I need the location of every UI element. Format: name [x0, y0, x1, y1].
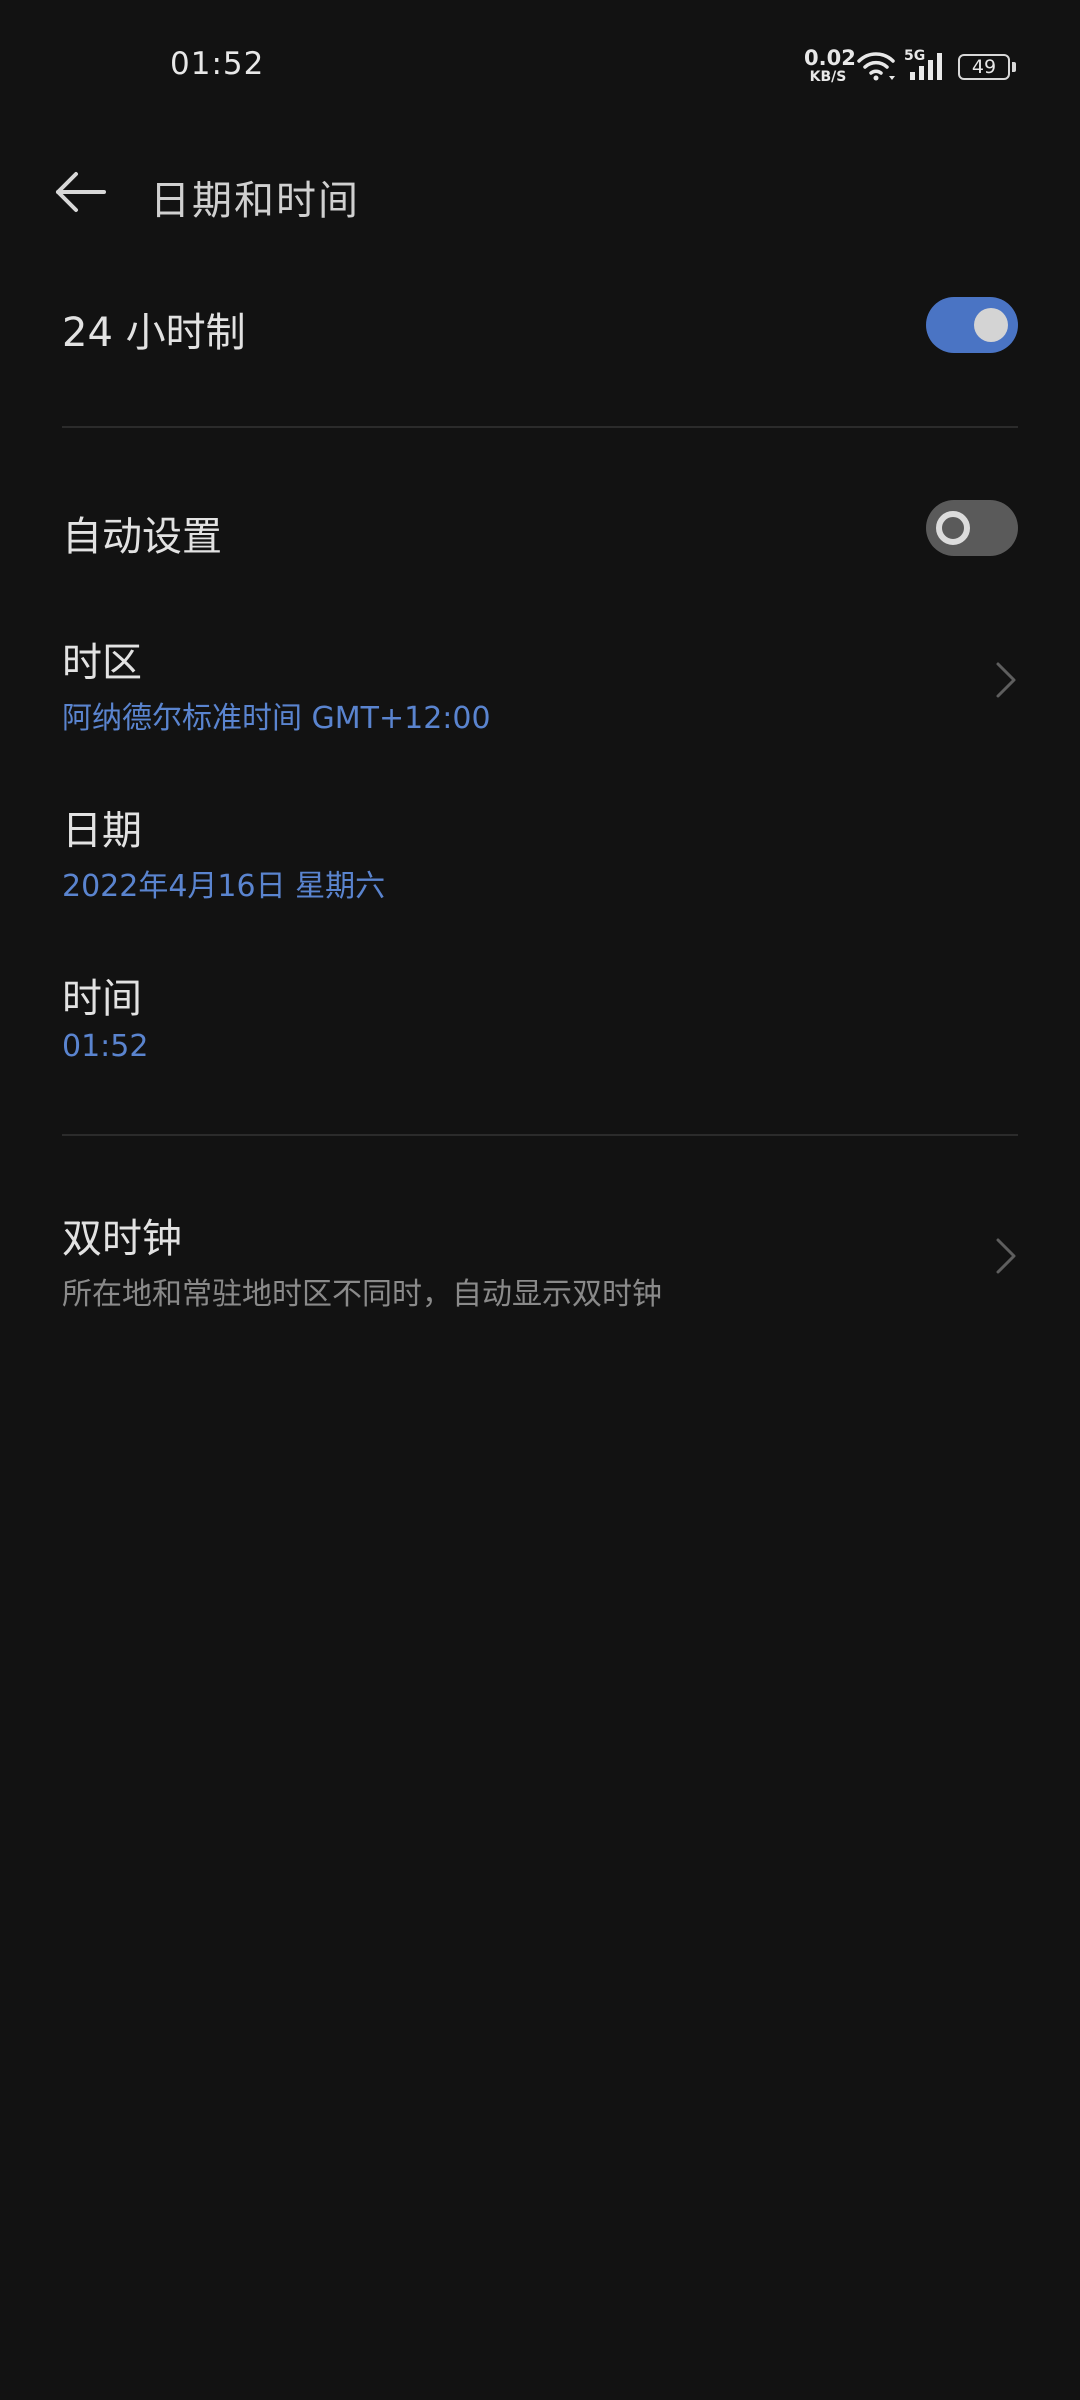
back-button[interactable]: [48, 162, 114, 222]
auto-set-label: 自动设置: [62, 514, 222, 560]
network-speed-value: 0.02: [804, 46, 856, 70]
signal-icon: 5G: [904, 48, 950, 82]
status-time: 01:52: [170, 46, 265, 82]
divider: [62, 1134, 1018, 1136]
chevron-right-icon: [996, 662, 1016, 698]
divider: [62, 426, 1018, 428]
network-speed-unit: KB/S: [809, 69, 847, 85]
timezone-label: 时区: [62, 640, 142, 686]
toggle-knob: [936, 511, 970, 545]
dual-clock-label: 双时钟: [62, 1216, 182, 1262]
battery-cap: [1012, 62, 1016, 72]
status-bar: 01:52 0.02 KB/S 5G 49: [0, 0, 1080, 136]
arrow-left-icon: [56, 172, 106, 212]
chevron-right-icon: [996, 1238, 1016, 1274]
timezone-value: 阿纳德尔标准时间 GMT+12:00: [62, 701, 491, 736]
hour24-toggle[interactable]: [926, 297, 1018, 353]
battery-icon: 49: [958, 54, 1010, 80]
date-label: 日期: [62, 808, 142, 854]
time-row[interactable]: [0, 938, 1080, 1088]
date-value: 2022年4月16日 星期六: [62, 869, 386, 904]
time-label: 时间: [62, 976, 142, 1022]
wifi-icon: [857, 52, 895, 81]
dual-clock-description: 所在地和常驻地时区不同时，自动显示双时钟: [62, 1277, 662, 1312]
network-speed: 0.02 KB/S: [804, 46, 856, 85]
time-value: 01:52: [62, 1029, 149, 1064]
page-title: 日期和时间: [150, 178, 360, 224]
auto-set-toggle[interactable]: [926, 500, 1018, 556]
battery-level: 49: [971, 56, 997, 78]
hour24-label: 24 小时制: [62, 310, 246, 356]
toggle-knob: [974, 308, 1008, 342]
